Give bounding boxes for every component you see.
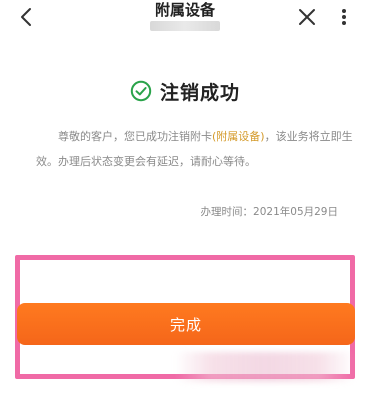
device-highlight: (附属设备): [212, 130, 265, 143]
close-icon[interactable]: [297, 7, 317, 27]
done-button[interactable]: 完成: [17, 303, 355, 345]
result-message: 尊敬的客户，您已成功注销附卡(附属设备)，该业务将立即生效。办理后状态变更会有延…: [36, 124, 354, 174]
watermark: [175, 352, 355, 382]
handle-time: 办理时间：2021年05月29日: [200, 206, 338, 218]
page-title: 附属设备: [154, 1, 215, 19]
message-text-before: 尊敬的客户，您已成功注销附卡: [58, 130, 212, 143]
check-circle-icon: [130, 80, 152, 102]
page: 附属设备 注销成功 尊敬的客户，您已成功注销附卡(附属设备)，该业务将立即生效。…: [0, 0, 370, 397]
chevron-left-icon[interactable]: [16, 6, 38, 28]
success-heading: 注销成功: [0, 76, 370, 106]
blurred-subtitle: [150, 21, 220, 31]
more-vertical-icon[interactable]: [336, 6, 352, 28]
nav-title-group: 附属设备: [130, 1, 240, 31]
top-navbar: 附属设备: [0, 0, 370, 36]
success-title: 注销成功: [159, 81, 240, 104]
